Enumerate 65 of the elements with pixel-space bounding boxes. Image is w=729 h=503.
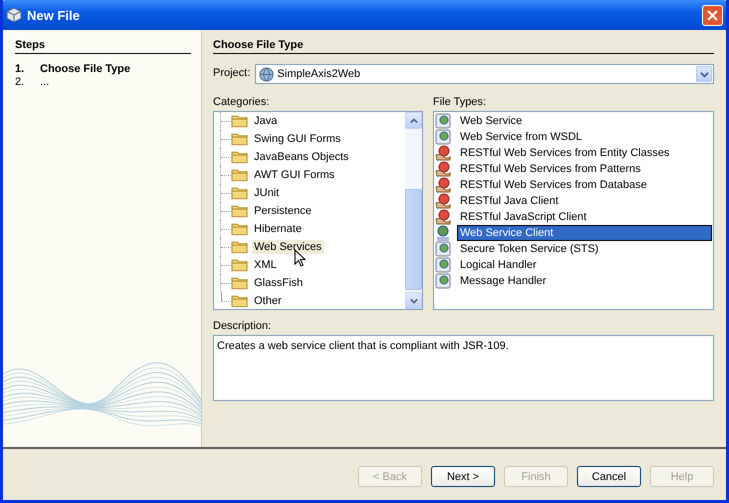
folder-icon [231,114,248,128]
hand-ball-icon [435,177,451,193]
folder-icon [231,222,248,236]
category-item[interactable]: JavaBeans Objects [252,150,351,164]
file-type-item[interactable]: RESTful Web Services from Patterns [457,161,712,177]
file-type-item[interactable]: Web Service Client [457,225,712,241]
project-dropdown[interactable]: SimpleAxis2Web [255,64,714,84]
file-types-label: File Types: [433,95,487,109]
scroll-down-icon [410,296,418,304]
file-type-item[interactable]: Web Service from WSDL [457,129,712,145]
category-item[interactable]: Hibernate [252,222,304,236]
close-button[interactable] [702,4,723,26]
window-title: New File [27,8,81,22]
step-item: 1. Choose File Type [15,63,132,76]
category-item[interactable]: Persistence [252,204,314,218]
file-type-item[interactable]: RESTful Web Services from Entity Classes [457,145,712,161]
file-type-item[interactable]: RESTful Web Services from Database [457,177,712,193]
categories-label: Categories: [213,95,270,109]
category-item[interactable]: XML [252,258,279,272]
description-text: Creates a web service client that is compliant with JSR-109. [213,335,714,401]
globe-client-icon [435,225,451,241]
category-item[interactable]: JUnit [252,186,282,200]
mouse-pointer-icon [294,249,306,267]
cube-icon [6,7,22,23]
folder-icon [231,204,248,218]
globe-document-icon [435,273,451,289]
close-icon [707,10,718,20]
globe-document-icon [435,257,451,273]
hand-ball-icon [435,209,451,225]
file-type-item[interactable]: Logical Handler [457,257,712,273]
category-item[interactable]: Swing GUI Forms [252,132,343,146]
category-item[interactable]: Web Services [252,240,324,254]
globe-document-icon [435,113,451,129]
dialog-button[interactable]: Next > [431,466,495,487]
file-type-item[interactable]: Message Handler [457,273,712,289]
hand-ball-icon [435,193,451,209]
steps-heading: Steps [15,39,191,54]
category-item[interactable]: GlassFish [252,276,305,290]
category-item[interactable]: AWT GUI Forms [252,168,337,182]
category-item[interactable]: Java [252,114,280,128]
folder-icon [231,150,248,164]
file-type-item[interactable]: Web Service [457,113,712,129]
globe-document-icon [435,129,451,145]
folder-icon [231,276,248,290]
category-item[interactable]: Other [252,294,284,308]
globe-icon [259,66,274,82]
scroll-up-icon [410,116,418,124]
folder-icon [231,132,248,146]
file-type-item[interactable]: Secure Token Service (STS) [457,241,712,257]
folder-icon [231,168,248,182]
dialog-button[interactable]: Cancel [577,466,641,487]
step-item: 2. ... [15,76,50,89]
hand-ball-icon [435,145,451,161]
folder-icon [231,240,248,254]
folder-icon [231,258,248,272]
globe-document-icon [435,241,451,257]
project-label: Project: [213,66,250,80]
folder-icon [231,294,248,308]
scrollbar[interactable] [405,112,422,309]
panel-heading: Choose File Type [213,39,714,54]
file-type-item[interactable]: RESTful JavaScript Client [457,209,712,225]
description-label: Description: [213,319,272,333]
folder-icon [231,186,248,200]
file-type-item[interactable]: RESTful Java Client [457,193,712,209]
hand-ball-icon [435,161,451,177]
